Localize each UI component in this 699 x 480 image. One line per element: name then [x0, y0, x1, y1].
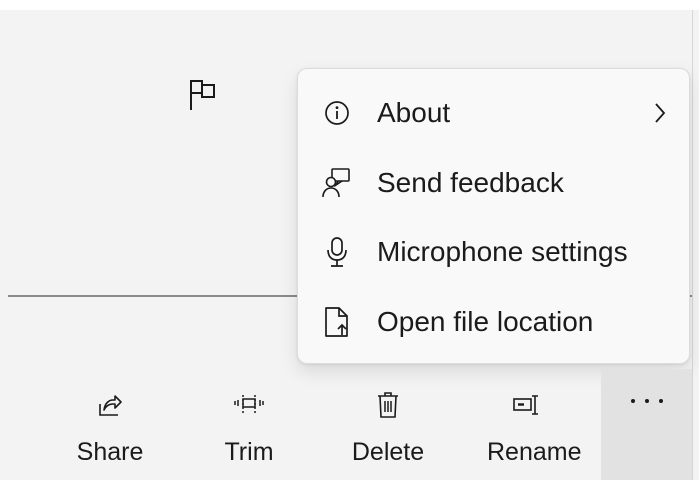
menu-item-label: About: [377, 97, 451, 128]
delete-button[interactable]: Delete: [348, 369, 428, 480]
add-marker-button[interactable]: [178, 70, 228, 120]
share-button[interactable]: Share: [70, 369, 150, 480]
menu-item-open-file-location[interactable]: Open file location: [304, 291, 684, 353]
trash-icon: [348, 391, 428, 419]
microphone-icon: [322, 237, 352, 267]
delete-label: Delete: [351, 438, 425, 466]
feedback-icon: [322, 168, 352, 198]
menu-item-label: Open file location: [377, 306, 594, 337]
trim-button[interactable]: Trim: [209, 369, 289, 480]
menu-item-label: Send feedback: [377, 167, 564, 198]
title-area: [0, 0, 699, 10]
rename-icon: [487, 391, 567, 419]
more-options-menu: About Send feedback Microphone settings …: [297, 68, 690, 364]
info-icon: [322, 98, 352, 128]
menu-item-about[interactable]: About: [304, 82, 684, 144]
window-edge: [692, 10, 693, 480]
more-options-button[interactable]: [601, 369, 692, 480]
rename-label: Rename: [487, 438, 582, 466]
menu-item-send-feedback[interactable]: Send feedback: [304, 152, 684, 214]
rename-button[interactable]: Rename: [487, 369, 582, 480]
trim-icon: [209, 391, 289, 419]
flag-icon: [190, 80, 215, 110]
menu-item-label: Microphone settings: [377, 236, 628, 267]
more-icon: [601, 399, 692, 403]
menu-item-microphone-settings[interactable]: Microphone settings: [304, 221, 684, 283]
open-file-icon: [322, 307, 352, 337]
share-label: Share: [76, 438, 144, 466]
voice-recorder-window: About Send feedback Microphone settings …: [0, 0, 699, 480]
chevron-right-icon: [650, 101, 670, 125]
share-icon: [70, 391, 150, 419]
trim-label: Trim: [224, 438, 274, 466]
bottom-toolbar: Share Trim Delete Rename: [0, 369, 692, 480]
